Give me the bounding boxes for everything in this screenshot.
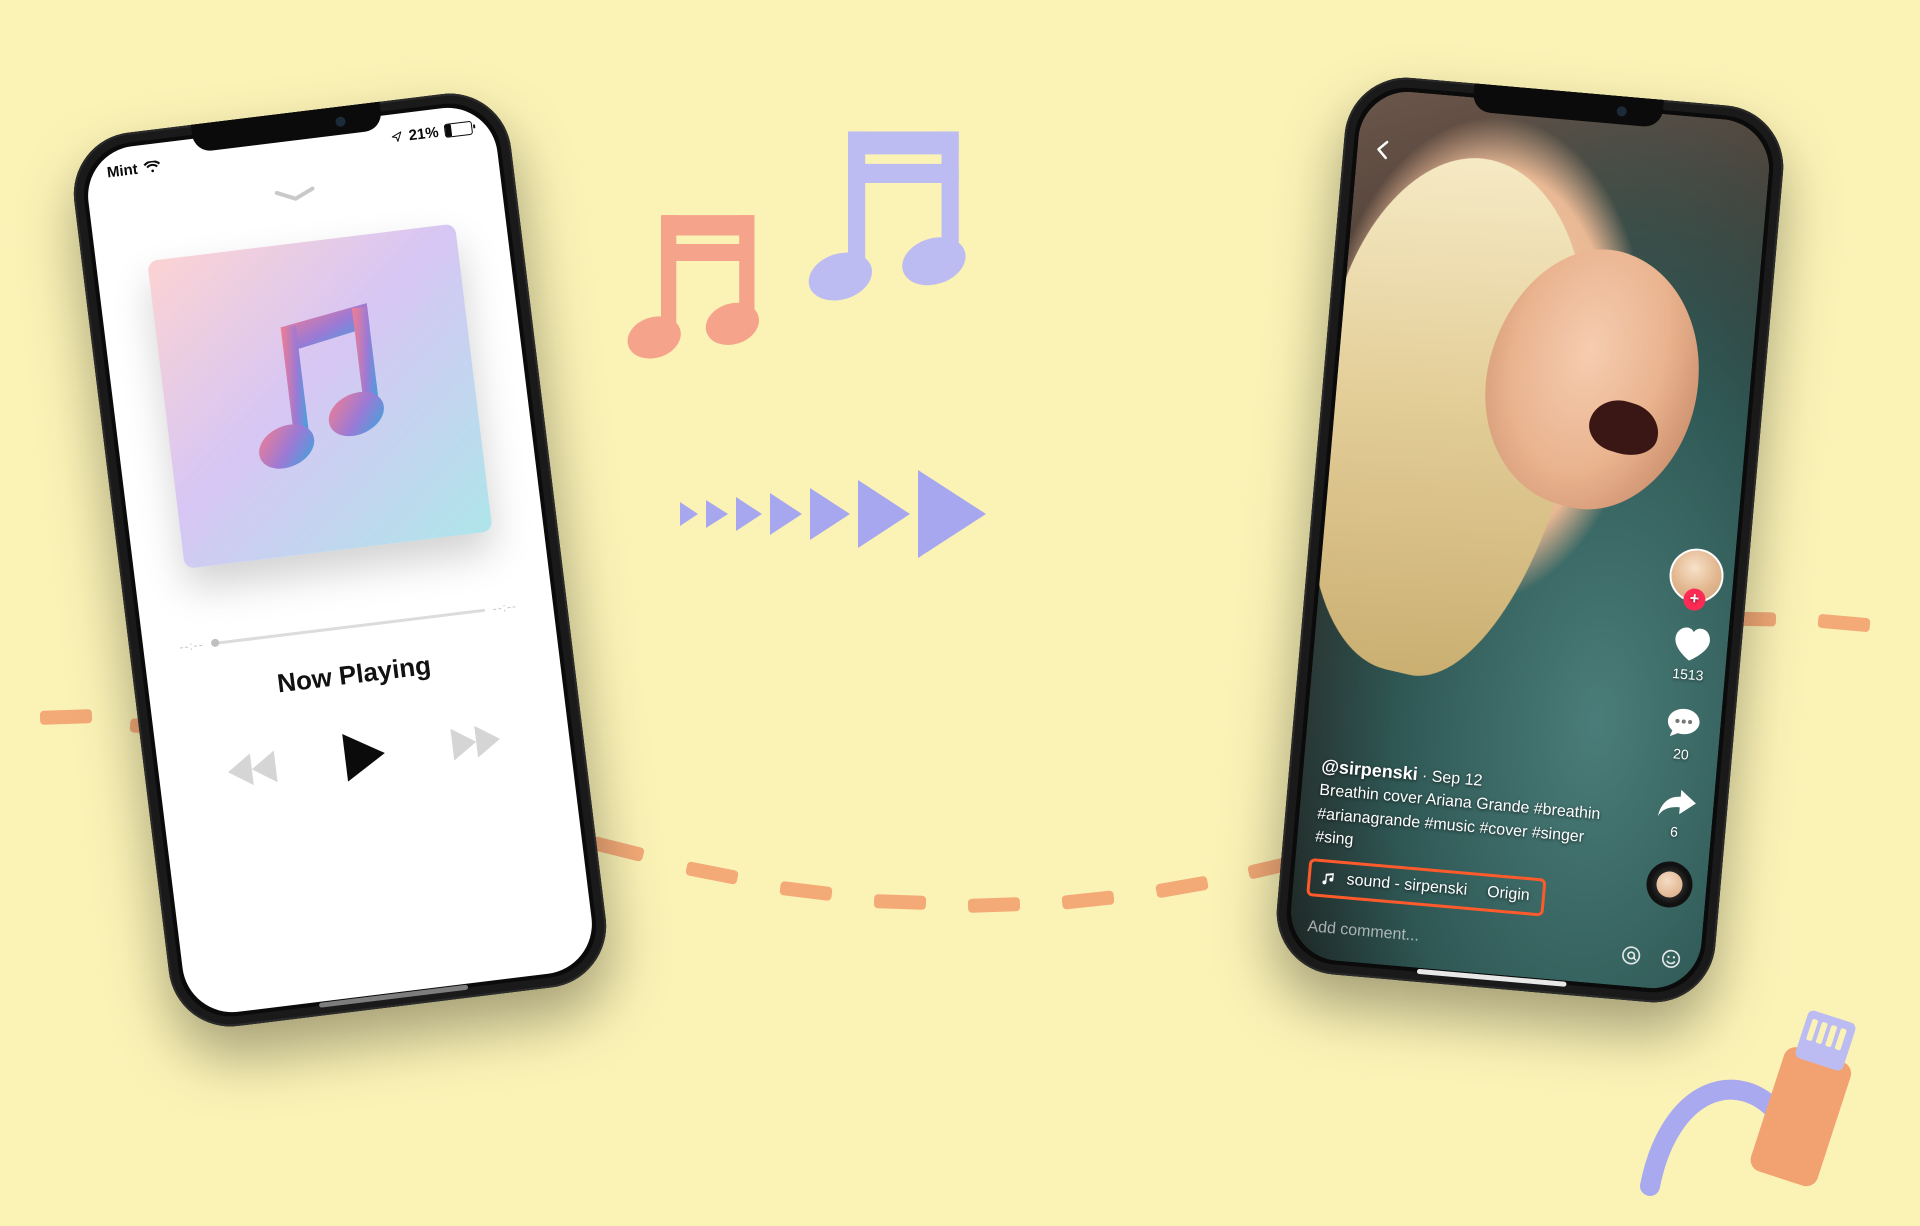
battery-icon [444, 121, 473, 138]
sound-disc[interactable] [1645, 860, 1695, 910]
decorative-dash [779, 881, 832, 901]
comment-count: 20 [1672, 745, 1689, 762]
mention-icon[interactable] [1619, 943, 1643, 967]
comment-icon [1662, 702, 1705, 743]
play-button[interactable] [338, 727, 390, 784]
back-button[interactable] [1370, 137, 1396, 168]
emoji-icon[interactable] [1659, 947, 1683, 971]
now-playing-title: Now Playing [275, 650, 432, 700]
heart-icon [1668, 623, 1713, 665]
tiktok-phone: 1513 20 6 @sirpenski · Sep 12 B [1272, 73, 1789, 1008]
sound-suffix: Origin [1486, 884, 1530, 906]
album-art[interactable] [147, 223, 492, 568]
decorative-dash [874, 894, 926, 910]
battery-percent: 21% [408, 123, 440, 144]
music-note-icon [1320, 870, 1337, 887]
collapse-handle[interactable] [272, 184, 318, 205]
post-date: Sep 12 [1431, 769, 1483, 790]
music-note-icon [790, 120, 990, 330]
tiktok-screen: 1513 20 6 @sirpenski · Sep 12 B [1287, 88, 1773, 993]
share-button[interactable]: 6 [1653, 782, 1700, 841]
decorative-dash [968, 897, 1020, 913]
music-note-icon [610, 200, 780, 390]
next-track-button[interactable] [442, 719, 504, 766]
music-player-screen: Mint 21% [82, 102, 597, 1018]
remaining-time: --:-- [492, 599, 518, 616]
music-player-phone: Mint 21% [67, 87, 613, 1034]
decorative-dash [1061, 890, 1114, 909]
decorative-dash [591, 836, 645, 862]
illustration-canvas: Mint 21% [0, 0, 1920, 1226]
location-icon [390, 130, 403, 143]
creator-avatar[interactable] [1667, 546, 1726, 605]
decorative-dash [40, 709, 92, 725]
like-button[interactable]: 1513 [1666, 623, 1713, 684]
previous-track-button[interactable] [224, 746, 286, 793]
comment-button[interactable]: 20 [1660, 702, 1705, 763]
share-icon [1654, 782, 1699, 822]
decorative-dash [1817, 614, 1870, 632]
carrier-label: Mint [106, 160, 139, 181]
chevron-left-icon [1370, 137, 1396, 163]
elapsed-time: --:-- [179, 637, 205, 654]
decorative-dash [685, 861, 739, 885]
decorative-dash [1155, 876, 1209, 899]
sound-text: sound - sirpenski [1346, 871, 1468, 899]
seek-bar[interactable]: --:-- --:-- [179, 599, 518, 654]
like-count: 1513 [1672, 665, 1704, 684]
share-count: 6 [1670, 823, 1679, 840]
wifi-icon [143, 160, 161, 174]
transition-arrows [680, 470, 986, 558]
music-note-icon [224, 292, 416, 501]
